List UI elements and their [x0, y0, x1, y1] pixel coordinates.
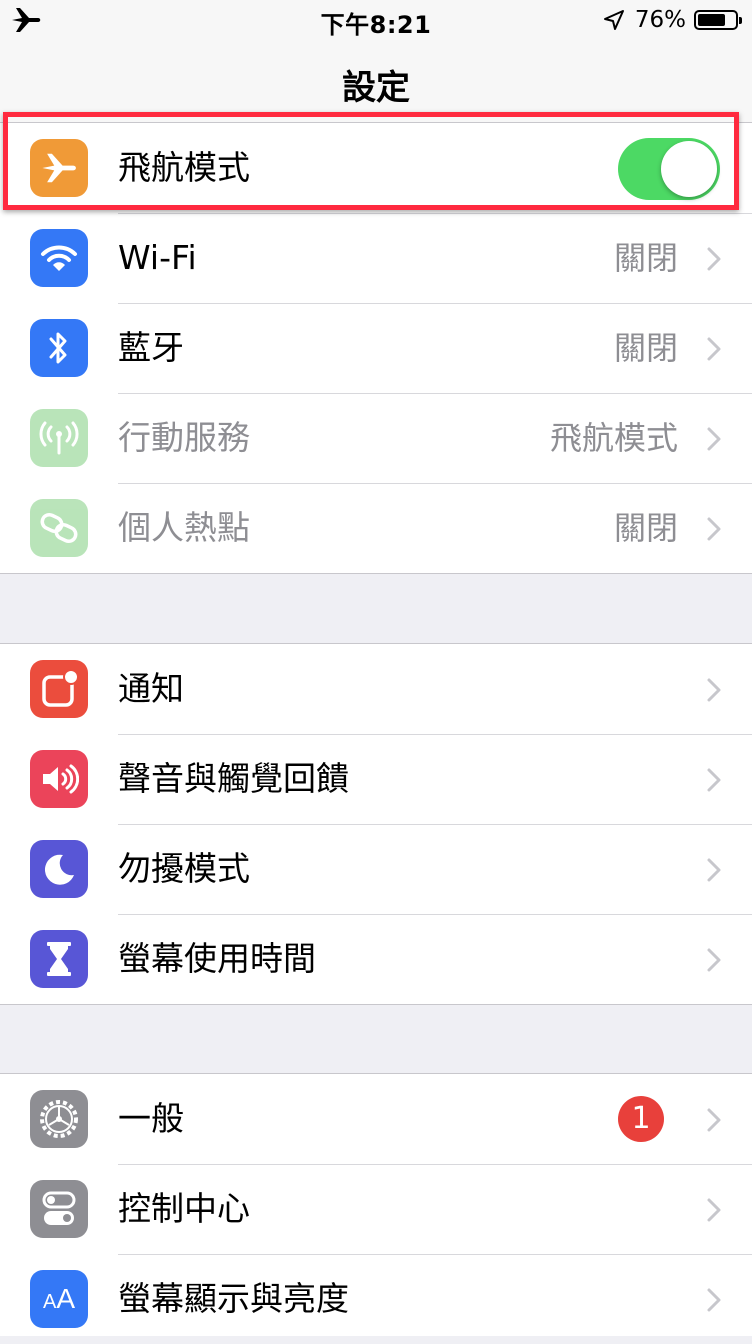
- cellular-icon: [30, 409, 88, 467]
- row-label: 通知: [118, 669, 184, 708]
- hourglass-icon: [30, 930, 88, 988]
- settings-row-airplane-mode[interactable]: 飛航模式: [0, 123, 752, 213]
- chevron-right-icon: [707, 768, 721, 792]
- settings-row-personal-hotspot[interactable]: 個人熱點 關閉: [0, 483, 752, 573]
- chevron-right-icon: [707, 247, 721, 271]
- row-label: 一般: [118, 1099, 184, 1138]
- airplane-icon: [30, 139, 88, 197]
- row-value: 飛航模式: [549, 419, 678, 457]
- row-value: 關閉: [613, 239, 678, 277]
- settings-row-control-center[interactable]: 控制中心: [0, 1164, 752, 1254]
- chevron-right-icon: [707, 948, 721, 972]
- battery-icon: [694, 10, 742, 30]
- chevron-right-icon: [707, 678, 721, 702]
- display-icon-glyph: A: [42, 1290, 57, 1313]
- settings-row-screen-time[interactable]: 螢幕使用時間: [0, 914, 752, 1004]
- settings-row-wifi[interactable]: Wi-Fi 關閉: [0, 213, 752, 303]
- nav-bar: 設定: [0, 40, 752, 122]
- control-center-icon: [30, 1180, 88, 1238]
- chevron-right-icon: [707, 1108, 721, 1132]
- sound-icon: [30, 750, 88, 808]
- notifications-group: 通知 聲音與觸覺回饋 勿擾模式 螢幕使用時間: [0, 643, 752, 1005]
- update-badge: 1: [618, 1096, 664, 1142]
- row-label: Wi-Fi: [118, 238, 197, 277]
- row-label: 行動服務: [118, 418, 250, 457]
- display-icon-glyph: A: [56, 1283, 76, 1314]
- row-label: 螢幕使用時間: [118, 939, 316, 978]
- settings-row-bluetooth[interactable]: 藍牙 關閉: [0, 303, 752, 393]
- settings-row-notifications[interactable]: 通知: [0, 644, 752, 734]
- chevron-right-icon: [707, 1198, 721, 1222]
- hotspot-icon: [30, 499, 88, 557]
- chevron-right-icon: [707, 1288, 721, 1312]
- page-title: 設定: [342, 68, 410, 108]
- chevron-right-icon: [707, 858, 721, 882]
- settings-row-display-brightness[interactable]: AA 螢幕顯示與亮度: [0, 1254, 752, 1344]
- bluetooth-icon: [30, 319, 88, 377]
- gear-icon: [30, 1090, 88, 1148]
- general-group: 一般 1 控制中心 AA 螢幕顯示與亮度: [0, 1073, 752, 1336]
- row-label: 螢幕顯示與亮度: [118, 1279, 349, 1318]
- chevron-right-icon: [707, 427, 721, 451]
- location-arrow-icon: [603, 10, 624, 30]
- row-label: 控制中心: [118, 1189, 250, 1228]
- settings-row-do-not-disturb[interactable]: 勿擾模式: [0, 824, 752, 914]
- moon-icon: [30, 840, 88, 898]
- airplane-mode-toggle[interactable]: [618, 138, 720, 200]
- row-label: 聲音與觸覺回饋: [118, 759, 349, 798]
- row-value: 關閉: [613, 329, 678, 367]
- row-label: 勿擾模式: [118, 849, 250, 888]
- notifications-icon: [30, 660, 88, 718]
- row-value: 關閉: [613, 509, 678, 547]
- battery-percent: 76%: [634, 7, 686, 33]
- settings-row-sounds-haptics[interactable]: 聲音與觸覺回饋: [0, 734, 752, 824]
- settings-row-general[interactable]: 一般 1: [0, 1074, 752, 1164]
- chevron-right-icon: [707, 337, 721, 361]
- display-brightness-icon: AA: [30, 1270, 88, 1328]
- status-bar: 下午8:21 76%: [0, 0, 752, 40]
- chevron-right-icon: [707, 517, 721, 541]
- row-label: 飛航模式: [118, 148, 250, 187]
- row-label: 藍牙: [118, 328, 184, 367]
- wifi-icon: [30, 229, 88, 287]
- row-label: 個人熱點: [118, 508, 250, 547]
- settings-row-cellular[interactable]: 行動服務 飛航模式: [0, 393, 752, 483]
- connectivity-group: 飛航模式 Wi-Fi 關閉 藍牙 關閉 行動服務 飛航模式 個人熱點 關閉: [0, 122, 752, 574]
